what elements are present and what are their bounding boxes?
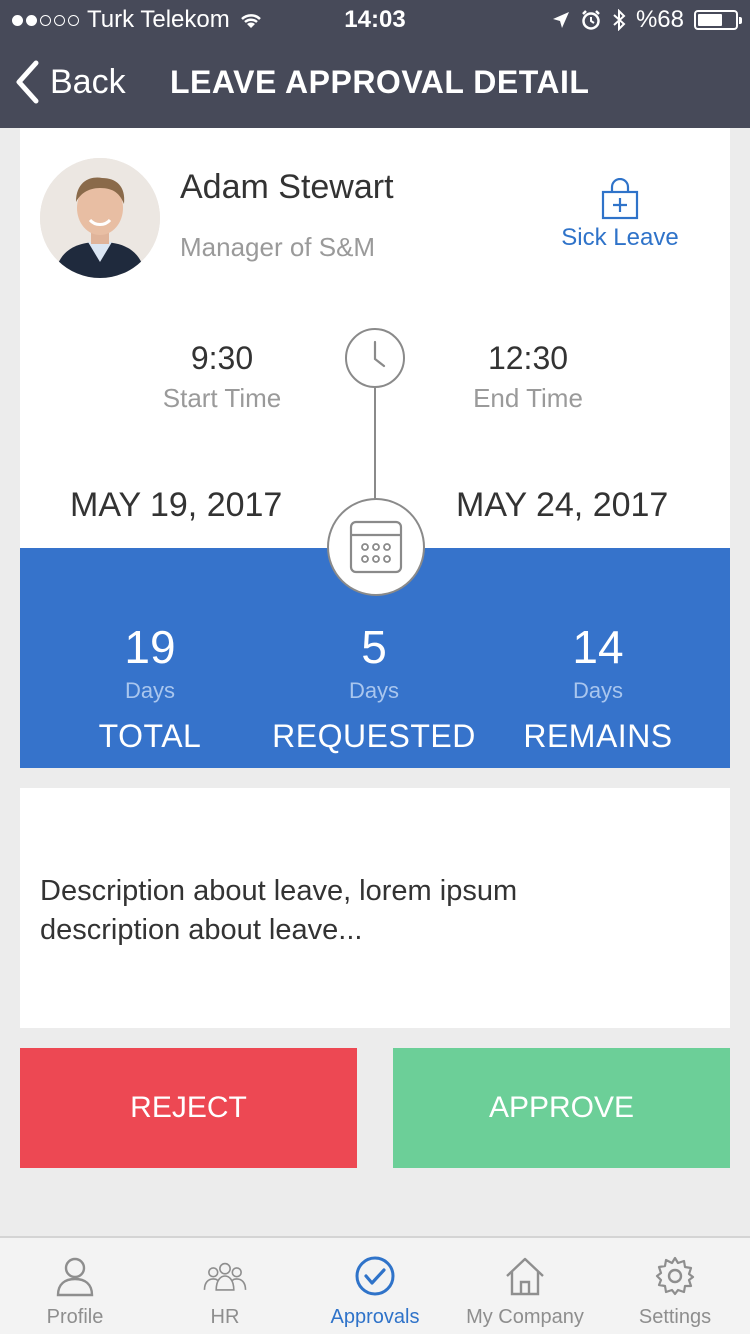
tab-approvals-label: Approvals — [330, 1306, 420, 1328]
status-bar: Turk Telekom 14:03 %68 — [0, 0, 750, 40]
requested-days-unit: Days — [348, 678, 400, 703]
tab-hr-label: HR — [210, 1306, 240, 1328]
tab-profile[interactable]: Profile — [0, 1238, 150, 1334]
status-right: %68 — [552, 6, 742, 34]
alarm-icon — [582, 10, 600, 30]
calendar-grid — [349, 520, 403, 574]
remaining-days-unit: Days — [572, 678, 624, 703]
home-icon — [506, 1257, 544, 1296]
medical-bag-icon — [601, 178, 639, 220]
start-date: MAY 19, 2017 — [70, 486, 283, 524]
tab-approvals[interactable]: Approvals — [300, 1238, 450, 1334]
start-time: 9:30 Start Time — [92, 340, 352, 414]
tab-settings[interactable]: Settings — [600, 1238, 750, 1334]
tab-my-company-label: My Company — [466, 1306, 584, 1328]
chevron-left-icon — [16, 60, 39, 104]
start-time-value: 9:30 — [190, 340, 254, 376]
battery-icon — [694, 10, 742, 30]
total-days: 19 Days TOTAL — [30, 620, 270, 755]
page-title: LEAVE APPROVAL DETAIL — [170, 64, 590, 100]
requested-days: 5 Days REQUESTED — [254, 620, 494, 755]
battery-level-fill — [698, 14, 723, 26]
requested-days-value: 5 — [361, 621, 387, 673]
clock-hands — [373, 340, 386, 368]
battery-percent: %68 — [635, 6, 684, 33]
description-box: Description about leave, lorem ipsum des… — [20, 788, 730, 1028]
tab-my-company[interactable]: My Company — [450, 1238, 600, 1334]
avatar — [40, 158, 160, 278]
employee-name: Adam Stewart — [180, 168, 394, 206]
back-button[interactable]: Back — [14, 60, 126, 104]
total-days-value: 19 — [124, 621, 176, 673]
location-arrow-icon — [552, 12, 569, 28]
remaining-days-value: 14 — [572, 621, 624, 673]
top-bar: Turk Telekom 14:03 %68 Back LEAVE APPROV… — [0, 0, 750, 128]
tab-profile-label: Profile — [46, 1306, 104, 1328]
tab-bar: Profile HR Approvals My Company Settings — [0, 1236, 750, 1334]
end-time-value: 12:30 — [487, 340, 569, 376]
requested-days-caption: REQUESTED — [272, 718, 476, 754]
employee-role: Manager of S&M — [180, 232, 376, 262]
start-time-label: Start Time — [162, 383, 282, 413]
end-time: 12:30 End Time — [398, 340, 658, 414]
gear-icon — [655, 1256, 695, 1296]
total-days-unit: Days — [124, 678, 176, 703]
reject-button[interactable]: REJECT — [20, 1048, 357, 1168]
avatar-photo — [40, 158, 160, 278]
remaining-days-caption: REMAINS — [523, 718, 673, 754]
end-date: MAY 24, 2017 — [456, 486, 669, 524]
back-label: Back — [50, 62, 126, 101]
total-days-caption: TOTAL — [98, 718, 202, 754]
approve-button[interactable]: APPROVE — [393, 1048, 730, 1168]
leave-type-label: Sick Leave — [561, 224, 679, 251]
check-circle-icon — [355, 1256, 395, 1296]
group-icon — [203, 1262, 247, 1291]
nav-bar: Back LEAVE APPROVAL DETAIL — [0, 40, 750, 128]
clock-icon — [345, 328, 405, 388]
person-icon — [56, 1257, 94, 1297]
calendar-icon — [327, 498, 425, 596]
tab-settings-label: Settings — [638, 1306, 712, 1328]
tab-hr[interactable]: HR — [150, 1238, 300, 1334]
remaining-days: 14 Days REMAINS — [478, 620, 718, 755]
leave-type: Sick Leave — [550, 178, 690, 252]
leave-detail-card: Adam Stewart Manager of S&M Sick Leave 9… — [20, 128, 730, 548]
timeline-connector — [374, 388, 376, 500]
end-time-label: End Time — [473, 383, 583, 413]
bluetooth-icon — [613, 9, 626, 31]
leave-description: Description about leave, lorem ipsum des… — [40, 875, 518, 946]
